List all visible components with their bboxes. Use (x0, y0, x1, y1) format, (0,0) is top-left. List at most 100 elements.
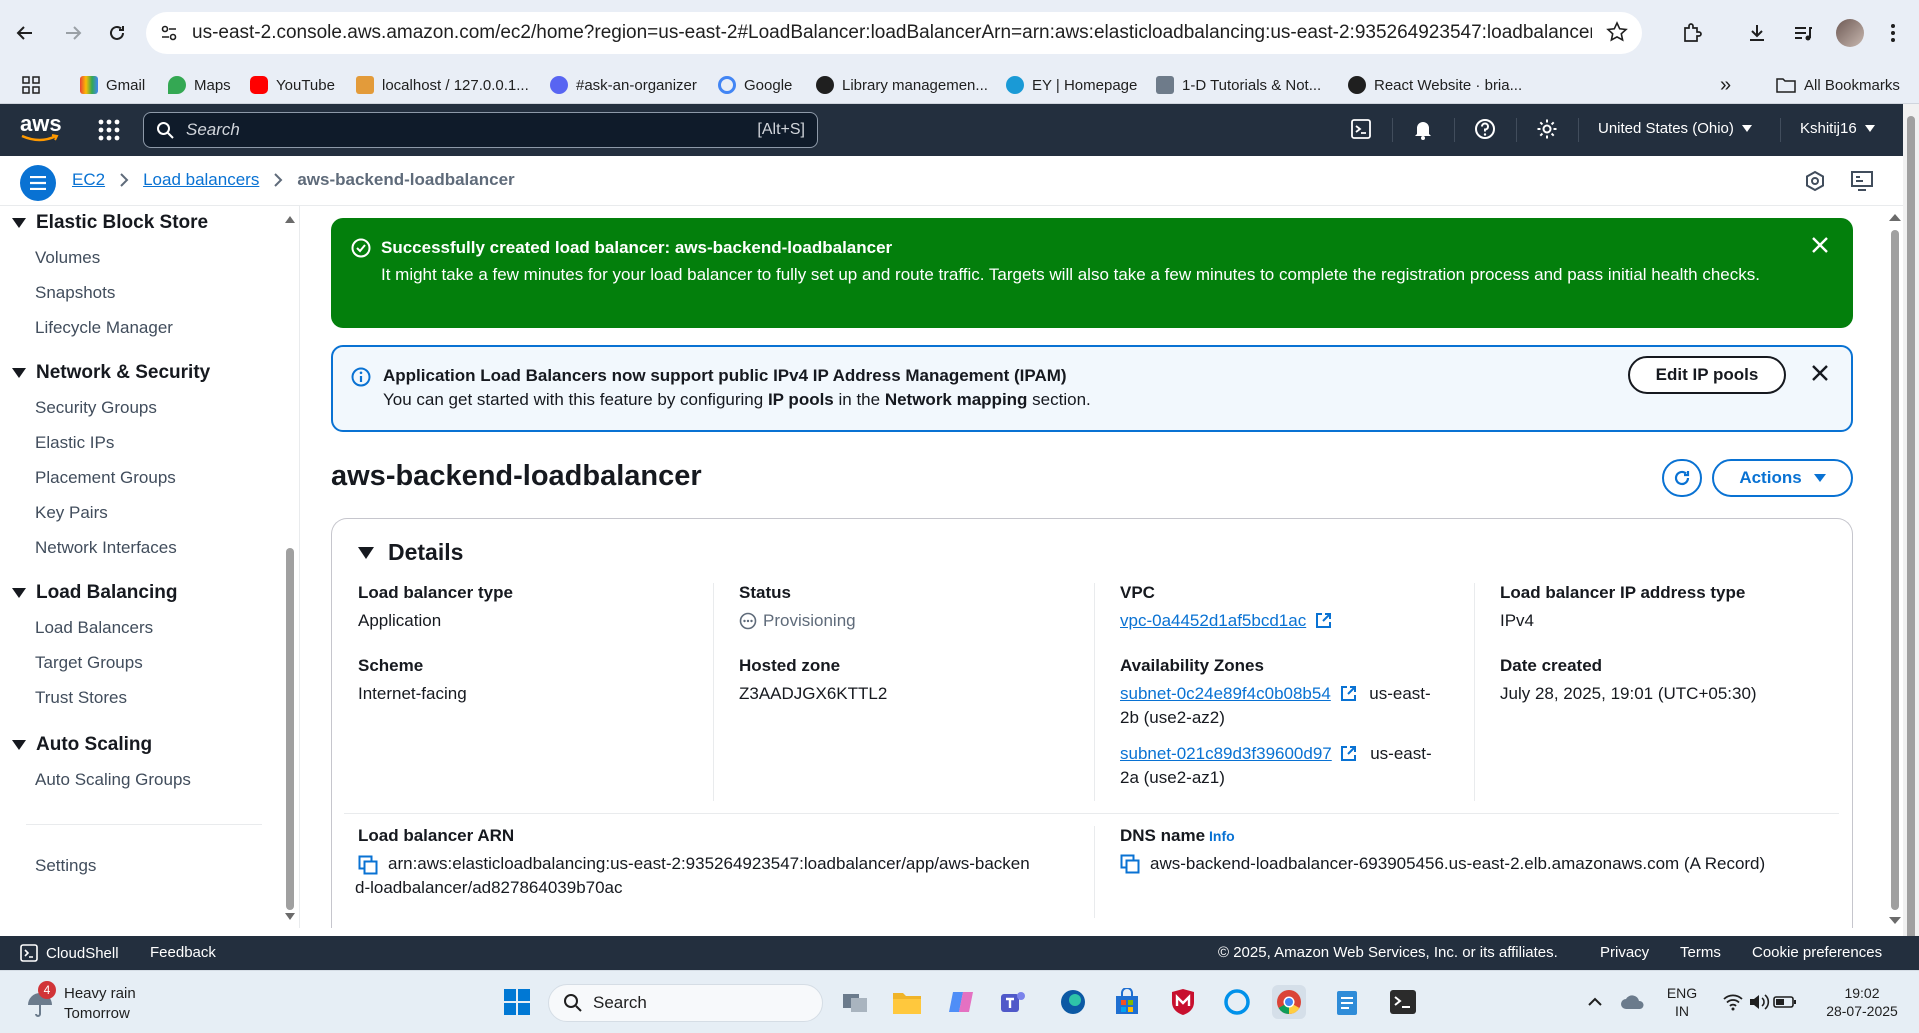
external-link-icon[interactable] (1315, 612, 1332, 629)
nav-section-load-balancing[interactable]: Load Balancing (12, 582, 177, 604)
cloudshell-icon[interactable] (1350, 118, 1372, 140)
privacy-link[interactable]: Privacy (1600, 944, 1649, 961)
refresh-button[interactable] (1662, 459, 1702, 497)
copilot-icon[interactable] (944, 985, 978, 1019)
nav-item-load-balancers[interactable]: Load Balancers (35, 618, 153, 638)
bookmark-gmail[interactable]: Gmail (80, 73, 145, 97)
side-nav-toggle[interactable] (20, 165, 56, 201)
edge-icon[interactable] (1056, 985, 1090, 1019)
nav-section-auto-scaling[interactable]: Auto Scaling (12, 734, 152, 756)
services-grid-icon[interactable] (98, 119, 120, 141)
reload-button[interactable] (100, 16, 134, 50)
bookmark-maps[interactable]: Maps (168, 73, 231, 97)
breadcrumb-load-balancers[interactable]: Load balancers (143, 170, 259, 190)
more-bookmarks-button[interactable]: » (1720, 73, 1731, 97)
aws-logo[interactable]: aws (20, 113, 62, 144)
cloudshell-button[interactable]: CloudShell (20, 944, 119, 962)
nav-item-key-pairs[interactable]: Key Pairs (35, 503, 108, 523)
nav-item-trust-stores[interactable]: Trust Stores (35, 688, 127, 708)
terms-link[interactable]: Terms (1680, 944, 1721, 961)
account-menu[interactable]: Kshitij16 (1800, 120, 1875, 137)
all-bookmarks-button[interactable]: All Bookmarks (1776, 73, 1900, 97)
external-link-icon[interactable] (1340, 745, 1357, 762)
settings-gear-icon[interactable] (1536, 118, 1558, 140)
store-icon[interactable] (1110, 985, 1144, 1019)
nav-item-settings[interactable]: Settings (35, 856, 96, 876)
weather-widget[interactable]: 4 Heavy rain Tomorrow (24, 981, 184, 1023)
copy-icon[interactable] (1120, 854, 1140, 874)
back-button[interactable] (8, 16, 42, 50)
page-scrollbar[interactable] (1903, 104, 1919, 970)
sidebar-scrollbar[interactable] (284, 214, 296, 924)
bookmark-library[interactable]: Library managemen... (816, 73, 988, 97)
region-selector[interactable]: United States (Ohio) (1598, 120, 1752, 137)
chrome-icon[interactable] (1272, 985, 1306, 1019)
content-scroll-thumb[interactable] (1891, 230, 1899, 910)
close-icon[interactable] (1811, 236, 1829, 254)
nav-item-auto-scaling-groups[interactable]: Auto Scaling Groups (35, 770, 191, 790)
content-scrollbar[interactable] (1888, 212, 1902, 928)
details-header[interactable]: Details (358, 539, 463, 566)
feedback-link[interactable]: Feedback (150, 944, 216, 961)
chevron-up-icon[interactable] (1578, 985, 1612, 1019)
profile-avatar[interactable] (1836, 19, 1864, 47)
nav-item-volumes[interactable]: Volumes (35, 248, 100, 268)
sidebar-scroll-thumb[interactable] (286, 548, 294, 910)
notifications-panel-icon[interactable] (1804, 170, 1826, 192)
nav-item-network-interfaces[interactable]: Network Interfaces (35, 538, 177, 558)
help-icon[interactable] (1474, 118, 1496, 140)
bookmark-tutorials[interactable]: 1-D Tutorials & Not... (1156, 73, 1321, 97)
cookie-preferences-link[interactable]: Cookie preferences (1752, 944, 1882, 961)
bookmark-discord[interactable]: #ask-an-organizer (550, 73, 697, 97)
mcafee-icon[interactable] (1166, 985, 1200, 1019)
nav-section-network-security[interactable]: Network & Security (12, 362, 210, 384)
nav-item-placement-groups[interactable]: Placement Groups (35, 468, 176, 488)
bookmark-react[interactable]: React Website · bria... (1348, 73, 1522, 97)
windows-start-icon[interactable] (500, 985, 534, 1019)
extensions-icon[interactable] (1675, 16, 1709, 50)
clock[interactable]: 19:02 28-07-2025 (1812, 984, 1912, 1020)
nav-item-lifecycle-manager[interactable]: Lifecycle Manager (35, 318, 173, 338)
bookmark-ey[interactable]: EY | Homepage (1006, 73, 1137, 97)
bookmark-youtube[interactable]: YouTube (250, 73, 335, 97)
edit-ip-pools-button[interactable]: Edit IP pools (1628, 356, 1786, 394)
bookmark-google[interactable]: Google (718, 73, 792, 97)
file-explorer-icon[interactable] (890, 985, 924, 1019)
notepad-icon[interactable] (1330, 985, 1364, 1019)
more-menu-icon[interactable] (1876, 16, 1910, 50)
split-panel-icon[interactable] (1850, 170, 1874, 192)
dns-info-link[interactable]: Info (1209, 828, 1235, 844)
address-bar[interactable]: us-east-2.console.aws.amazon.com/ec2/hom… (146, 12, 1642, 54)
bookmark-localhost[interactable]: localhost / 127.0.0.1... (356, 73, 529, 97)
vpc-link[interactable]: vpc-0a4452d1af5bcd1ac (1120, 611, 1306, 630)
subnet-2-link[interactable]: subnet-021c89d3f39600d97 (1120, 744, 1332, 763)
cortana-icon[interactable] (1220, 985, 1254, 1019)
download-icon[interactable] (1740, 16, 1774, 50)
media-control-icon[interactable] (1786, 16, 1820, 50)
task-view-icon[interactable] (838, 985, 872, 1019)
forward-button[interactable] (56, 16, 90, 50)
breadcrumb-ec2[interactable]: EC2 (72, 170, 105, 190)
copy-icon[interactable] (358, 855, 378, 875)
teams-icon[interactable] (996, 985, 1030, 1019)
taskbar-search[interactable]: Search (548, 984, 823, 1022)
battery-icon[interactable] (1768, 985, 1802, 1019)
actions-button[interactable]: Actions (1712, 459, 1853, 497)
close-icon[interactable] (1811, 364, 1829, 382)
bookmark-star-icon[interactable] (1606, 21, 1628, 43)
nav-section-elastic-block-store[interactable]: Elastic Block Store (12, 212, 208, 234)
onedrive-icon[interactable] (1616, 985, 1650, 1019)
terminal-icon[interactable] (1386, 985, 1420, 1019)
subnet-1-link[interactable]: subnet-0c24e89f4c0b08b54 (1120, 684, 1331, 703)
nav-item-security-groups[interactable]: Security Groups (35, 398, 157, 418)
apps-icon[interactable] (22, 73, 40, 97)
external-link-icon[interactable] (1340, 685, 1357, 702)
site-settings-icon[interactable] (160, 24, 178, 42)
nav-item-target-groups[interactable]: Target Groups (35, 653, 143, 673)
language-indicator[interactable]: ENG IN (1660, 984, 1704, 1020)
nav-item-elastic-ips[interactable]: Elastic IPs (35, 433, 114, 453)
nav-item-snapshots[interactable]: Snapshots (35, 283, 115, 303)
page-scroll-thumb[interactable] (1907, 116, 1915, 966)
notifications-bell-icon[interactable] (1412, 118, 1434, 140)
aws-search-input[interactable]: Search [Alt+S] (143, 112, 818, 148)
